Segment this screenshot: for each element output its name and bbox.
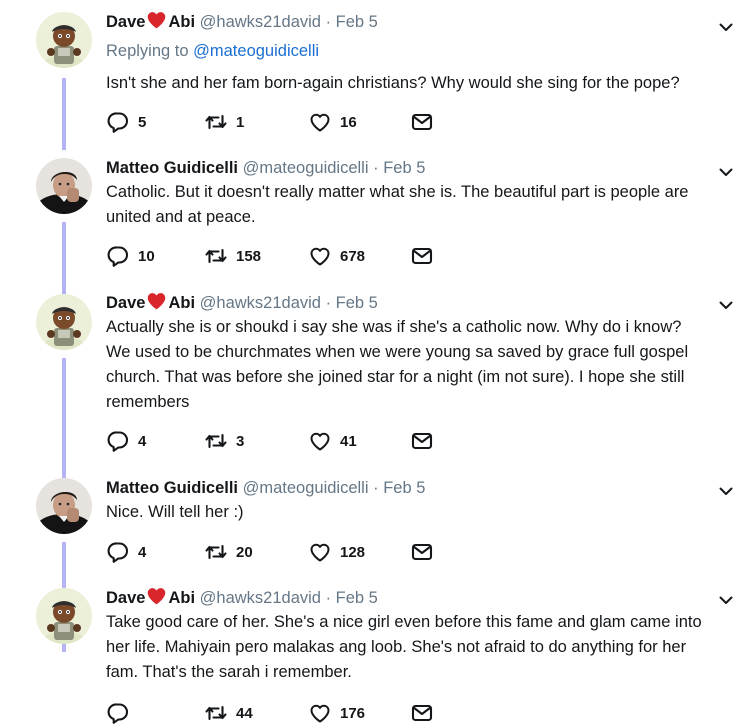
- like-icon: [308, 540, 332, 564]
- reply-button[interactable]: 10: [106, 244, 155, 268]
- retweet-button[interactable]: 1: [204, 110, 244, 134]
- tweet-date[interactable]: Feb 5: [336, 589, 378, 607]
- like-icon: [308, 110, 332, 134]
- retweet-icon: [204, 429, 228, 453]
- like-button[interactable]: 41: [308, 429, 357, 453]
- avatar-matteo-icon[interactable]: [36, 158, 92, 214]
- dm-button[interactable]: [410, 244, 434, 268]
- thread-line: [62, 358, 66, 478]
- tweet-date[interactable]: Feb 5: [383, 159, 425, 177]
- retweet-icon: [204, 701, 228, 725]
- reply-icon: [106, 701, 130, 725]
- chevron-down-icon[interactable]: [718, 297, 734, 313]
- like-button[interactable]: 678: [308, 244, 365, 268]
- thread-line: [62, 222, 66, 300]
- like-button[interactable]: 176: [308, 701, 365, 725]
- reply-button[interactable]: 5: [106, 110, 146, 134]
- replying-to: Replying to @mateoguidicelli: [106, 42, 320, 60]
- tweet-date[interactable]: Feb 5: [336, 294, 378, 312]
- reply-icon: [106, 244, 130, 268]
- avatar-dave-icon[interactable]: [36, 294, 92, 350]
- user-handle[interactable]: @hawks21david: [200, 589, 321, 607]
- tweet-text: Catholic. But it doesn't really matter w…: [106, 183, 689, 226]
- tweet-text: Take good care of her. She's a nice girl…: [106, 613, 702, 681]
- thread-line: [62, 78, 66, 150]
- like-button[interactable]: 16: [308, 110, 357, 134]
- tweet-text: Nice. Will tell her :): [106, 503, 244, 521]
- tweet-text: Actually she is or shoukd i say she was …: [106, 318, 689, 411]
- tweet-header: Dave Abi @hawks21david · Feb 5: [106, 586, 710, 609]
- tweet-header: Matteo Guidicelli @mateoguidicelli · Feb…: [106, 159, 426, 177]
- avatar-dave-icon[interactable]: [36, 12, 92, 68]
- avatar-dave-icon[interactable]: [36, 588, 92, 644]
- dm-icon: [410, 540, 434, 564]
- reply-icon: [106, 540, 130, 564]
- user-handle[interactable]: @hawks21david: [200, 13, 321, 31]
- user-handle[interactable]: @mateoguidicelli: [243, 159, 369, 177]
- tweet-text: Isn't she and her fam born-again christi…: [106, 74, 680, 92]
- retweet-button[interactable]: 44: [204, 701, 253, 725]
- tweet-header: Matteo Guidicelli @mateoguidicelli · Feb…: [106, 479, 426, 497]
- tweet-date[interactable]: Feb 5: [383, 479, 425, 497]
- retweet-button[interactable]: 3: [204, 429, 244, 453]
- reply-button[interactable]: [106, 701, 138, 725]
- heart-emoji-icon: [146, 586, 167, 606]
- dm-button[interactable]: [410, 110, 434, 134]
- reply-icon: [106, 429, 130, 453]
- display-name[interactable]: Matteo Guidicelli: [106, 479, 238, 497]
- tweet-header: Dave Abi @hawks21david · Feb 5: [106, 10, 710, 33]
- like-icon: [308, 701, 332, 725]
- dm-icon: [410, 701, 434, 725]
- user-handle[interactable]: @mateoguidicelli: [243, 479, 369, 497]
- like-button[interactable]: 128: [308, 540, 365, 564]
- retweet-button[interactable]: 158: [204, 244, 261, 268]
- user-handle[interactable]: @hawks21david: [200, 294, 321, 312]
- dm-button[interactable]: [410, 540, 434, 564]
- reply-icon: [106, 110, 130, 134]
- dm-button[interactable]: [410, 701, 434, 725]
- like-icon: [308, 244, 332, 268]
- display-name[interactable]: Dave Abi: [106, 294, 195, 312]
- dm-button[interactable]: [410, 429, 434, 453]
- heart-emoji-icon: [146, 10, 167, 30]
- retweet-button[interactable]: 20: [204, 540, 253, 564]
- replying-to-link[interactable]: @mateoguidicelli: [193, 42, 319, 60]
- reply-button[interactable]: 4: [106, 429, 146, 453]
- display-name[interactable]: Dave Abi: [106, 589, 195, 607]
- display-name[interactable]: Matteo Guidicelli: [106, 159, 238, 177]
- retweet-icon: [204, 244, 228, 268]
- dm-icon: [410, 110, 434, 134]
- chevron-down-icon[interactable]: [718, 483, 734, 499]
- display-name[interactable]: Dave Abi: [106, 13, 195, 31]
- reply-button[interactable]: 4: [106, 540, 146, 564]
- like-icon: [308, 429, 332, 453]
- retweet-icon: [204, 540, 228, 564]
- tweet-header: Dave Abi @hawks21david · Feb 5: [106, 291, 710, 314]
- chevron-down-icon[interactable]: [718, 592, 734, 608]
- retweet-icon: [204, 110, 228, 134]
- heart-emoji-icon: [146, 291, 167, 311]
- chevron-down-icon[interactable]: [718, 164, 734, 180]
- dm-icon: [410, 429, 434, 453]
- dm-icon: [410, 244, 434, 268]
- tweet-date[interactable]: Feb 5: [336, 13, 378, 31]
- avatar-matteo-icon[interactable]: [36, 478, 92, 534]
- chevron-down-icon[interactable]: [718, 19, 734, 35]
